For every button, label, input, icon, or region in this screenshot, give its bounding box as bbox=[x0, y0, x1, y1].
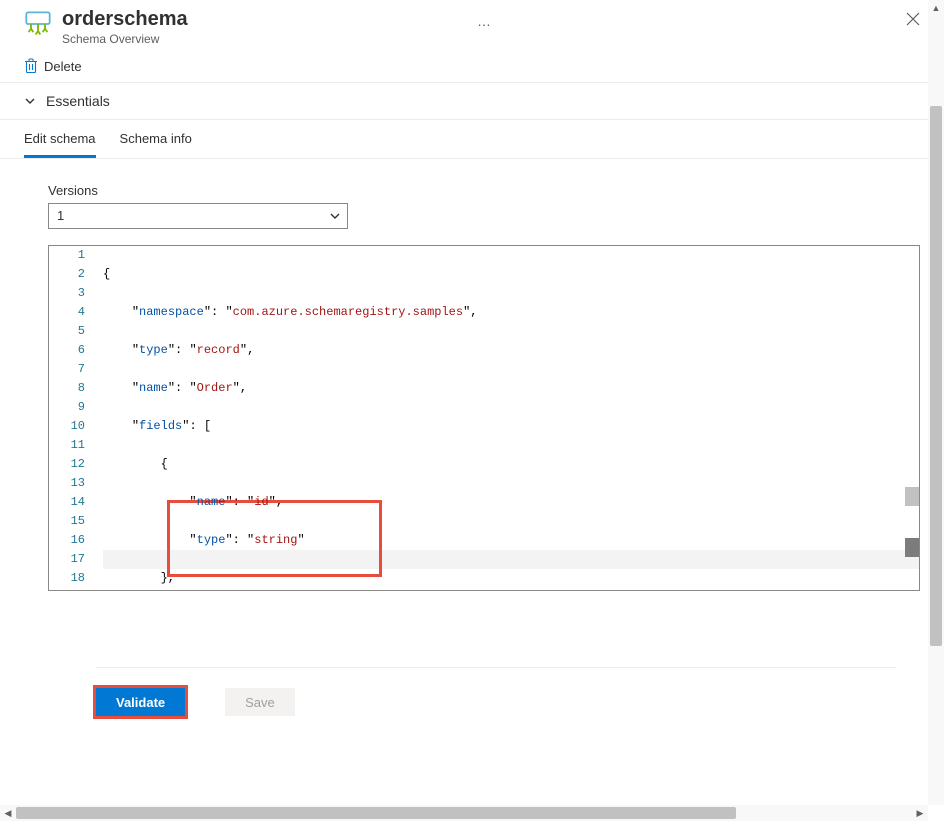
scroll-right-arrow-icon[interactable]: ▶ bbox=[912, 805, 928, 821]
tab-schema-info[interactable]: Schema info bbox=[120, 120, 192, 158]
versions-label: Versions bbox=[48, 183, 920, 198]
content-area: Versions 1 1 2 3 4 5 6 7 8 9 1 bbox=[0, 159, 944, 821]
page-scrollbar-horizontal[interactable]: ◀ ▶ bbox=[0, 805, 928, 821]
tab-bar: Edit schema Schema info bbox=[0, 120, 944, 159]
scroll-up-arrow-icon[interactable]: ▲ bbox=[928, 0, 944, 16]
scroll-left-arrow-icon[interactable]: ◀ bbox=[0, 805, 16, 821]
versions-select[interactable]: 1 bbox=[48, 203, 348, 229]
delete-button[interactable]: Delete bbox=[24, 58, 82, 74]
footer-actions: Validate Save bbox=[48, 668, 920, 736]
page-title: orderschema bbox=[62, 7, 469, 31]
chevron-down-icon bbox=[24, 95, 36, 107]
save-button: Save bbox=[225, 688, 295, 716]
validate-button[interactable]: Validate bbox=[96, 688, 185, 716]
editor-code[interactable]: { "namespace": "com.azure.schemaregistry… bbox=[103, 246, 919, 590]
page-header: orderschema Schema Overview … bbox=[0, 0, 944, 46]
delete-label: Delete bbox=[44, 59, 82, 74]
versions-selected-value: 1 bbox=[57, 206, 64, 226]
page-subtitle: Schema Overview bbox=[62, 32, 469, 46]
tab-edit-schema[interactable]: Edit schema bbox=[24, 120, 96, 158]
page-scrollbar-vertical[interactable]: ▲ bbox=[928, 0, 944, 805]
schema-icon bbox=[24, 10, 52, 38]
schema-editor[interactable]: 1 2 3 4 5 6 7 8 9 10 11 12 13 14 15 16 1 bbox=[48, 245, 920, 591]
editor-gutter: 1 2 3 4 5 6 7 8 9 10 11 12 13 14 15 16 1 bbox=[49, 246, 103, 590]
command-bar: Delete bbox=[0, 46, 944, 83]
essentials-label: Essentials bbox=[46, 93, 110, 109]
trash-icon bbox=[24, 58, 38, 74]
essentials-toggle[interactable]: Essentials bbox=[0, 83, 944, 120]
close-button[interactable] bbox=[906, 11, 920, 29]
close-icon bbox=[906, 12, 920, 26]
more-button[interactable]: … bbox=[469, 13, 499, 29]
chevron-down-icon bbox=[329, 210, 341, 222]
